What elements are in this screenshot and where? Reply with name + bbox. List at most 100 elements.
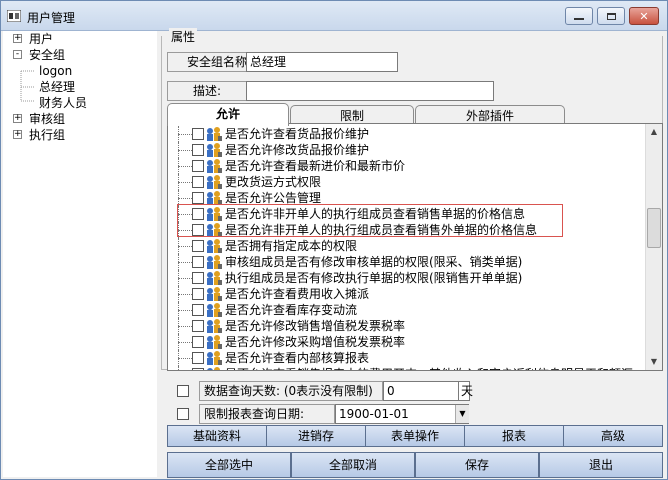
expand-icon[interactable]: + bbox=[13, 34, 22, 43]
permission-checkbox[interactable] bbox=[192, 208, 204, 220]
permission-label: 是否允许修改销售增值税发票税率 bbox=[225, 319, 406, 333]
tree-connector bbox=[178, 262, 192, 263]
permission-label: 审核组成员是否有修改审核单据的权限(限采、销类单据) bbox=[225, 255, 523, 269]
tree-lines bbox=[20, 70, 35, 102]
list-scrollbar[interactable]: ▲ ▼ bbox=[645, 124, 662, 370]
permission-checkbox[interactable] bbox=[192, 144, 204, 156]
category-reports-button[interactable]: 报表 bbox=[464, 425, 564, 447]
app-icon bbox=[7, 10, 21, 22]
permission-checkbox[interactable] bbox=[192, 160, 204, 172]
tree-connector bbox=[178, 166, 192, 167]
permission-checkbox[interactable] bbox=[192, 176, 204, 188]
query-days-input[interactable]: 0 bbox=[383, 381, 459, 401]
permission-row[interactable]: 是否允许查看货品报价维护 bbox=[168, 126, 648, 142]
exit-button[interactable]: 退出 bbox=[539, 452, 663, 478]
permission-row[interactable]: 是否允许查看库存变动流 bbox=[168, 302, 648, 318]
select-all-button[interactable]: 全部选中 bbox=[167, 452, 291, 478]
category-basic-button[interactable]: 基础资料 bbox=[167, 425, 267, 447]
query-days-unit: 天 bbox=[458, 381, 473, 401]
description-label: 描述: bbox=[167, 81, 247, 101]
tab-plugins[interactable]: 外部插件 bbox=[415, 105, 565, 125]
permission-row[interactable]: 是否允许公告管理 bbox=[168, 190, 648, 206]
users-icon bbox=[207, 191, 222, 205]
query-days-checkbox[interactable] bbox=[177, 385, 189, 397]
permission-label: 是否允许查看内部核算报表 bbox=[225, 351, 370, 365]
permission-checkbox[interactable] bbox=[192, 272, 204, 284]
permission-row[interactable]: 是否拥有指定成本的权限 bbox=[168, 238, 648, 254]
save-button[interactable]: 保存 bbox=[415, 452, 539, 478]
permission-label: 是否允许修改采购增值税发票税率 bbox=[225, 335, 406, 349]
maximize-button[interactable] bbox=[597, 7, 625, 25]
permission-label: 是否允许查看最新进价和最新市价 bbox=[225, 159, 406, 173]
permission-checkbox[interactable] bbox=[192, 224, 204, 236]
category-inventory-button[interactable]: 进销存 bbox=[266, 425, 366, 447]
permission-checkbox[interactable] bbox=[192, 256, 204, 268]
expand-icon[interactable]: + bbox=[13, 114, 22, 123]
users-icon bbox=[207, 239, 222, 253]
category-forms-button[interactable]: 表单操作 bbox=[365, 425, 465, 447]
collapse-icon[interactable]: - bbox=[13, 50, 22, 59]
permission-row[interactable]: 是否允许查看内部核算报表 bbox=[168, 350, 648, 366]
permission-checkbox[interactable] bbox=[192, 368, 204, 370]
scroll-down-icon[interactable]: ▼ bbox=[646, 354, 662, 370]
tree-connector bbox=[178, 182, 192, 183]
permission-checkbox[interactable] bbox=[192, 352, 204, 364]
tree-connector bbox=[178, 358, 192, 359]
permission-row[interactable]: 是否允许修改货品报价维护 bbox=[168, 142, 648, 158]
category-advanced-button[interactable]: 高级 bbox=[563, 425, 663, 447]
permission-checkbox[interactable] bbox=[192, 320, 204, 332]
permission-label: 更改货运方式权限 bbox=[225, 175, 322, 189]
minimize-button[interactable] bbox=[565, 7, 593, 25]
permission-label: 是否允许查看库存变动流 bbox=[225, 303, 358, 317]
permission-row[interactable]: 是否允许修改采购增值税发票税率 bbox=[168, 334, 648, 350]
dropdown-arrow-icon[interactable]: ▼ bbox=[455, 405, 469, 423]
users-icon bbox=[207, 159, 222, 173]
users-icon bbox=[207, 127, 222, 141]
report-date-input[interactable]: 1900-01-01 bbox=[335, 404, 469, 424]
scroll-up-icon[interactable]: ▲ bbox=[646, 124, 662, 140]
permission-row[interactable]: 审核组成员是否有修改审核单据的权限(限采、销类单据) bbox=[168, 254, 648, 270]
tree-connector bbox=[178, 310, 192, 311]
permission-checkbox[interactable] bbox=[192, 128, 204, 140]
tree-connector bbox=[178, 230, 192, 231]
permission-checkbox[interactable] bbox=[192, 336, 204, 348]
title-bar: 用户管理 ✕ bbox=[1, 1, 667, 31]
tree-connector bbox=[178, 278, 192, 279]
permission-row[interactable]: 是否允许非开单人的执行组成员查看销售单据的价格信息 bbox=[168, 206, 648, 222]
tab-restrict[interactable]: 限制 bbox=[290, 105, 414, 125]
scroll-thumb[interactable] bbox=[647, 208, 661, 248]
users-icon bbox=[207, 175, 222, 189]
minimize-icon bbox=[574, 18, 584, 20]
tab-allow[interactable]: 允许 bbox=[167, 103, 289, 126]
permission-label: 是否允许查看销售报表中的费用开支、其他收入和客户返利信息明显王和额汇 bbox=[225, 366, 633, 370]
permission-row[interactable]: 是否允许修改销售增值税发票税率 bbox=[168, 318, 648, 334]
users-icon bbox=[207, 271, 222, 285]
permission-row[interactable]: 执行组成员是否有修改执行单据的权限(限销售开单单据) bbox=[168, 270, 648, 286]
tree-node-label: 用户 bbox=[29, 32, 54, 46]
group-name-field[interactable]: 总经理 bbox=[246, 52, 398, 72]
permission-label: 是否允许查看费用收入摊派 bbox=[225, 287, 370, 301]
permission-row[interactable]: 更改货运方式权限 bbox=[168, 174, 648, 190]
permission-label: 是否允许非开单人的执行组成员查看销售单据的价格信息 bbox=[225, 207, 526, 221]
close-button[interactable]: ✕ bbox=[629, 7, 659, 25]
permission-checkbox[interactable] bbox=[192, 192, 204, 204]
permission-checkbox[interactable] bbox=[192, 304, 204, 316]
permission-row[interactable]: 是否允许查看销售报表中的费用开支、其他收入和客户返利信息明显王和额汇 bbox=[168, 366, 648, 370]
expand-icon[interactable]: + bbox=[13, 130, 22, 139]
tree-connector bbox=[178, 366, 179, 370]
permission-row[interactable]: 是否允许查看最新进价和最新市价 bbox=[168, 158, 648, 174]
report-date-checkbox[interactable] bbox=[177, 408, 189, 420]
deselect-all-button[interactable]: 全部取消 bbox=[291, 452, 415, 478]
permission-label: 执行组成员是否有修改执行单据的权限(限销售开单单据) bbox=[225, 271, 523, 285]
users-icon bbox=[207, 143, 222, 157]
query-days-label: 数据查询天数: (0表示没有限制) bbox=[199, 381, 383, 401]
permission-checkbox[interactable] bbox=[192, 240, 204, 252]
report-date-label: 限制报表查询日期: bbox=[199, 404, 335, 424]
permission-checkbox[interactable] bbox=[192, 288, 204, 300]
permission-row[interactable]: 是否允许查看费用收入摊派 bbox=[168, 286, 648, 302]
permission-row[interactable]: 是否允许非开单人的执行组成员查看销售外单据的价格信息 bbox=[168, 222, 648, 238]
description-field[interactable] bbox=[246, 81, 494, 101]
users-icon bbox=[207, 303, 222, 317]
window-title: 用户管理 bbox=[27, 11, 76, 25]
tree-connector bbox=[178, 246, 192, 247]
